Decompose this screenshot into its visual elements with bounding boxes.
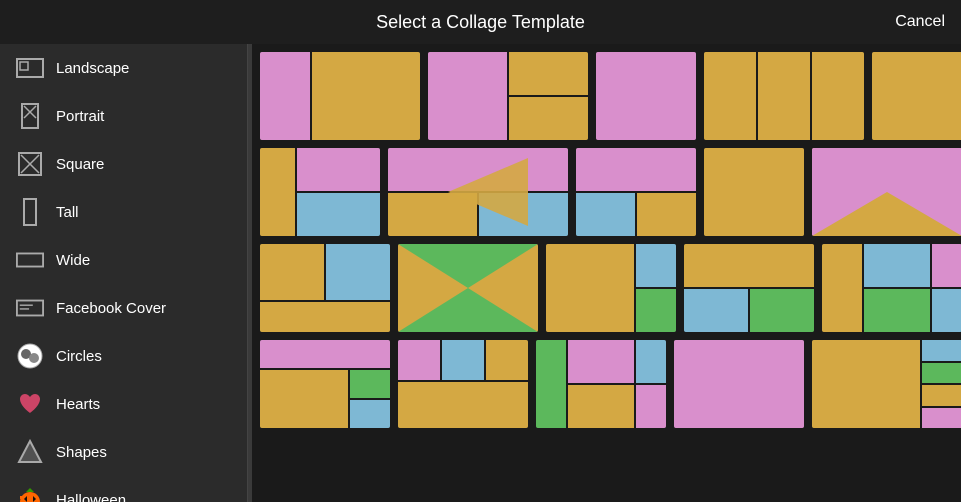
sidebar-label-shapes: Shapes: [56, 444, 107, 461]
template-row-2: [260, 148, 953, 236]
sidebar-label-wide: Wide: [56, 252, 90, 269]
dialog-title: Select a Collage Template: [376, 12, 585, 33]
sidebar-item-square[interactable]: Square: [0, 140, 247, 188]
square-icon: [16, 150, 44, 178]
template-row-1: [260, 52, 953, 140]
template-card[interactable]: [684, 244, 814, 332]
template-card[interactable]: [872, 52, 961, 140]
halloween-icon: [16, 486, 44, 502]
sidebar-item-portrait[interactable]: Portrait: [0, 92, 247, 140]
template-card[interactable]: [260, 244, 390, 332]
template-card[interactable]: [398, 340, 528, 428]
sidebar-item-wide[interactable]: Wide: [0, 236, 247, 284]
sidebar-label-portrait: Portrait: [56, 108, 104, 125]
sidebar-item-tall[interactable]: Tall: [0, 188, 247, 236]
template-card[interactable]: [704, 52, 864, 140]
landscape-icon: [16, 54, 44, 82]
sidebar-item-landscape[interactable]: Landscape: [0, 44, 247, 92]
sidebar-label-tall: Tall: [56, 204, 79, 221]
template-row-3: [260, 244, 953, 332]
sidebar-item-circles[interactable]: Circles: [0, 332, 247, 380]
tall-icon: [16, 198, 44, 226]
template-card[interactable]: [822, 244, 961, 332]
template-card[interactable]: [260, 148, 380, 236]
sidebar: Landscape Portrait Square: [0, 44, 248, 502]
template-card[interactable]: [576, 148, 696, 236]
portrait-icon: [16, 102, 44, 130]
template-card[interactable]: [704, 148, 804, 236]
shapes-icon: [16, 438, 44, 466]
template-card[interactable]: [674, 340, 804, 428]
sidebar-label-halloween: Halloween: [56, 492, 126, 502]
template-content[interactable]: [252, 44, 961, 502]
sidebar-label-circles: Circles: [56, 348, 102, 365]
template-row-4: [260, 340, 953, 428]
sidebar-item-halloween[interactable]: Halloween: [0, 476, 247, 502]
sidebar-item-hearts[interactable]: Hearts: [0, 380, 247, 428]
sidebar-label-square: Square: [56, 156, 104, 173]
template-card[interactable]: [812, 340, 961, 428]
wide-icon: [16, 246, 44, 274]
template-card[interactable]: [596, 52, 696, 140]
sidebar-label-facebook: Facebook Cover: [56, 300, 166, 317]
template-card[interactable]: [260, 52, 420, 140]
sidebar-item-shapes[interactable]: Shapes: [0, 428, 247, 476]
facebook-cover-icon: [16, 294, 44, 322]
template-card[interactable]: [546, 244, 676, 332]
template-card[interactable]: [428, 52, 588, 140]
circles-icon: [16, 342, 44, 370]
template-card[interactable]: [388, 148, 568, 236]
header: Select a Collage Template Cancel: [0, 0, 961, 44]
template-card[interactable]: [260, 340, 390, 428]
main-layout: Landscape Portrait Square: [0, 44, 961, 502]
sidebar-label-landscape: Landscape: [56, 60, 129, 77]
sidebar-label-hearts: Hearts: [56, 396, 100, 413]
template-card[interactable]: [536, 340, 666, 428]
sidebar-item-facebook[interactable]: Facebook Cover: [0, 284, 247, 332]
template-card[interactable]: [398, 244, 538, 332]
template-card[interactable]: [812, 148, 961, 236]
cancel-button[interactable]: Cancel: [895, 13, 945, 31]
hearts-icon: [16, 390, 44, 418]
